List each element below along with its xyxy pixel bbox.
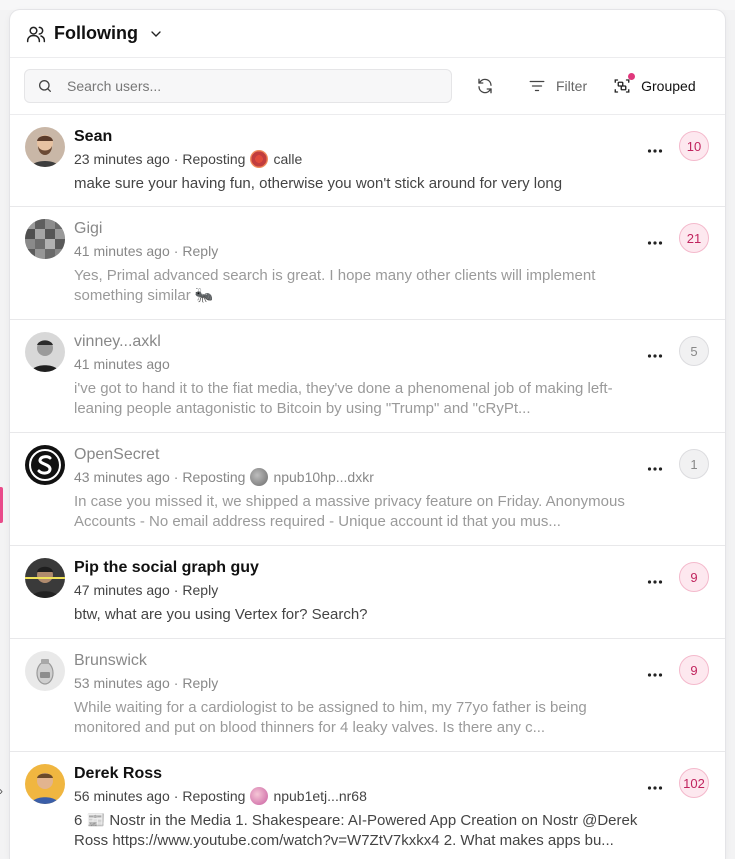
post-meta: 47 minutes ago · Reply — [74, 582, 219, 598]
timestamp: 23 minutes ago — [74, 151, 170, 167]
avatar[interactable] — [25, 127, 65, 167]
post-meta: 53 minutes ago · Reply — [74, 675, 219, 691]
post-body[interactable]: i've got to hand it to the fiat media, t… — [74, 379, 654, 419]
repost-user[interactable]: npub10hp...dxkr — [273, 468, 373, 486]
users-icon — [26, 26, 46, 42]
notification-dot — [628, 73, 636, 80]
filter-label: Filter — [556, 78, 588, 94]
more-icon — [647, 580, 663, 584]
post-body[interactable]: In case you missed it, we shipped a mass… — [74, 492, 654, 532]
chevron-right-icon[interactable]: › — [0, 784, 3, 798]
avatar[interactable] — [25, 219, 65, 259]
more-options-button[interactable] — [647, 348, 663, 364]
user-name[interactable]: Derek Ross — [74, 764, 709, 784]
avatar[interactable] — [25, 651, 65, 691]
unread-count-badge[interactable]: 1 — [679, 449, 709, 479]
user-name[interactable]: Gigi — [74, 219, 709, 239]
repost-avatar — [250, 787, 269, 805]
more-options-button[interactable] — [647, 667, 663, 683]
list-item[interactable]: Derek Ross 56 minutes ago · Reposting npu… — [10, 752, 725, 859]
more-icon — [647, 354, 663, 358]
repost-user[interactable]: npub1etj...nr68 — [273, 787, 366, 805]
more-options-button[interactable] — [647, 235, 663, 251]
search-input[interactable] — [65, 77, 429, 95]
action-label: Reply — [182, 243, 219, 259]
background-strip — [0, 0, 735, 10]
post-meta: 41 minutes ago — [74, 355, 709, 373]
post-meta: 41 minutes ago · Reply — [74, 243, 219, 259]
group-icon — [614, 79, 630, 93]
timestamp: 43 minutes ago — [74, 469, 170, 485]
filter-icon — [529, 80, 545, 92]
list-item[interactable]: Pip the social graph guy 47 minutes ago ·… — [10, 546, 725, 639]
more-options-button[interactable] — [647, 780, 663, 796]
repost-avatar — [250, 468, 269, 486]
timestamp: 47 minutes ago — [74, 582, 170, 598]
list-item[interactable]: Gigi 41 minutes ago · Reply Yes, Primal a… — [10, 207, 725, 320]
unread-count-badge[interactable]: 9 — [679, 655, 709, 685]
refresh-button[interactable] — [476, 77, 494, 95]
feed-list: Sean 23 minutes ago · Reposting calle mak… — [10, 115, 725, 859]
panel-header: Following — [10, 10, 725, 58]
more-icon — [647, 786, 663, 790]
avatar[interactable] — [25, 764, 65, 804]
grouped-label: Grouped — [641, 78, 696, 94]
user-name[interactable]: Sean — [74, 127, 709, 147]
post-body[interactable]: Yes, Primal advanced search is great. I … — [74, 266, 654, 306]
user-name[interactable]: Pip the social graph guy — [74, 558, 709, 578]
list-item[interactable]: vinney...axkl 41 minutes ago i've got to… — [10, 320, 725, 433]
avatar[interactable] — [25, 558, 65, 598]
post-meta: 56 minutes ago · Reposting npub1etj...nr6… — [74, 787, 367, 805]
unread-count-badge[interactable]: 9 — [679, 562, 709, 592]
action-label: Reposting — [182, 151, 246, 167]
side-indicator — [0, 487, 3, 523]
post-body[interactable]: 6 📰 Nostr in the Media 1. Shakespeare: A… — [74, 811, 654, 851]
unread-count-badge[interactable]: 10 — [679, 131, 709, 161]
timestamp: 53 minutes ago — [74, 675, 170, 691]
toolbar: Filter Grouped — [10, 58, 725, 115]
more-icon — [647, 241, 663, 245]
timestamp: 41 minutes ago — [74, 356, 170, 372]
following-panel: Following Filter Grouped — [10, 10, 725, 859]
list-item[interactable]: OpenSecret 43 minutes ago · Reposting npu… — [10, 433, 725, 546]
unread-count-badge[interactable]: 5 — [679, 336, 709, 366]
more-options-button[interactable] — [647, 574, 663, 590]
timestamp: 56 minutes ago — [74, 788, 170, 804]
more-options-button[interactable] — [647, 461, 663, 477]
search-icon — [39, 80, 51, 92]
unread-count-badge[interactable]: 21 — [679, 223, 709, 253]
user-name[interactable]: OpenSecret — [74, 445, 709, 465]
repost-avatar — [250, 150, 269, 168]
action-label: Reply — [182, 675, 219, 691]
feed-title[interactable]: Following — [54, 23, 138, 44]
action-label: Reposting — [182, 788, 246, 804]
more-icon — [647, 673, 663, 677]
timestamp: 41 minutes ago — [74, 243, 170, 259]
chevron-down-icon[interactable] — [148, 26, 164, 42]
action-label: Reply — [182, 582, 219, 598]
grouped-toggle[interactable]: Grouped — [613, 73, 696, 95]
post-body[interactable]: make sure your having fun, otherwise you… — [74, 174, 654, 194]
list-item[interactable]: Sean 23 minutes ago · Reposting calle mak… — [10, 115, 725, 207]
avatar[interactable] — [25, 332, 65, 372]
refresh-icon — [478, 78, 492, 94]
user-name[interactable]: vinney...axkl — [74, 332, 709, 352]
repost-user[interactable]: calle — [273, 150, 302, 168]
avatar[interactable] — [25, 445, 65, 485]
post-meta: 43 minutes ago · Reposting npub10hp...dxk… — [74, 468, 374, 486]
search-box[interactable] — [24, 69, 452, 103]
more-options-button[interactable] — [647, 143, 663, 159]
list-item[interactable]: Brunswick 53 minutes ago · Reply While wa… — [10, 639, 725, 752]
post-body[interactable]: While waiting for a cardiologist to be a… — [74, 698, 654, 738]
more-icon — [647, 149, 663, 153]
action-label: Reposting — [182, 469, 246, 485]
unread-count-badge[interactable]: 102 — [679, 768, 709, 798]
post-meta: 23 minutes ago · Reposting calle — [74, 150, 303, 168]
more-icon — [647, 467, 663, 471]
post-body[interactable]: btw, what are you using Vertex for? Sear… — [74, 605, 654, 625]
user-name[interactable]: Brunswick — [74, 651, 709, 671]
filter-button[interactable]: Filter — [528, 77, 587, 95]
